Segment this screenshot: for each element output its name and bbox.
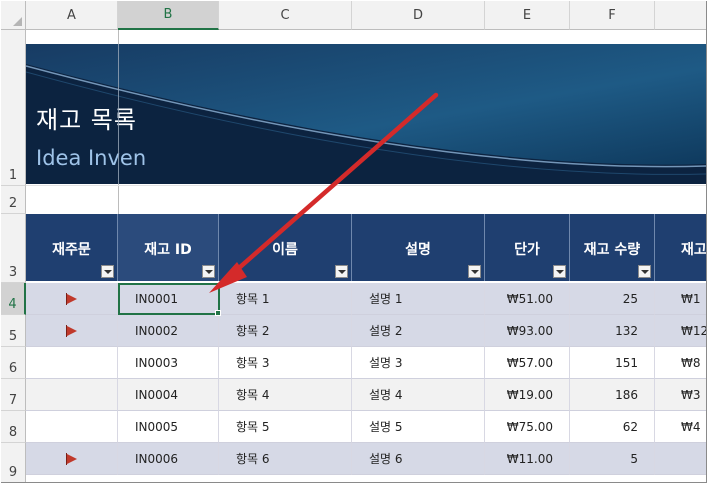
spreadsheet: A B C D E F 1 2 3 4 5 6 7 8 9 재고 목록 Idea… — [1, 1, 707, 483]
pointer-arrow — [209, 92, 439, 293]
